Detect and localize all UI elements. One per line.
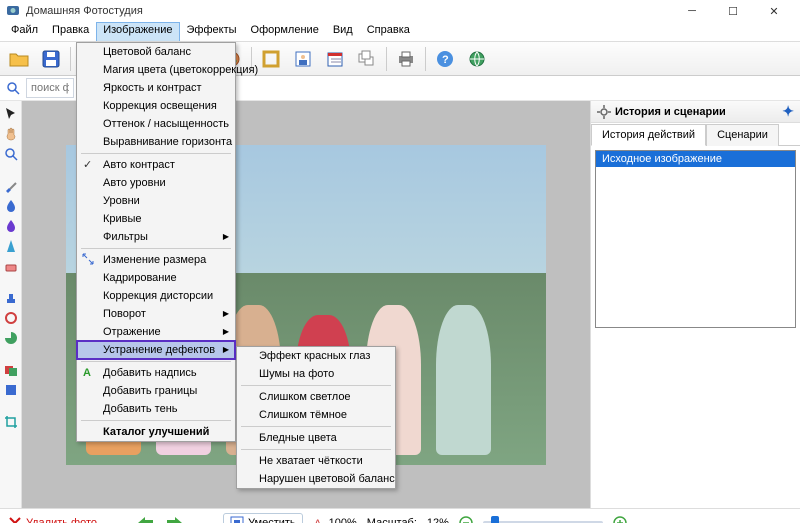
tool-sharpen[interactable] [4, 239, 18, 253]
menu-item[interactable]: Авто уровни [77, 174, 235, 192]
submenu-item[interactable]: Слишком тёмное [237, 406, 395, 424]
tab-0[interactable]: История действий [591, 124, 706, 146]
menu-правка[interactable]: Правка [45, 22, 96, 41]
submenu-arrow-icon: ▶ [223, 309, 229, 318]
submenu-arrow-icon: ▶ [223, 327, 229, 336]
tool-zoom[interactable] [4, 147, 18, 161]
tool-layers2[interactable] [4, 383, 18, 397]
menu-файл[interactable]: Файл [4, 22, 45, 41]
menu-item[interactable]: Фильтры▶ [77, 228, 235, 246]
tool-pointer[interactable] [4, 107, 18, 121]
help-button[interactable]: ? [430, 45, 460, 73]
tool-pie[interactable] [4, 331, 18, 345]
menu-item[interactable]: Отражение▶ [77, 323, 235, 341]
menu-item[interactable]: Добавить границы [77, 382, 235, 400]
web-button[interactable] [462, 45, 492, 73]
next-button[interactable] [165, 515, 185, 523]
menu-item[interactable]: Уровни [77, 192, 235, 210]
menu-item[interactable]: Авто контраст✓ [77, 156, 235, 174]
collage-button[interactable] [352, 45, 382, 73]
menu-item[interactable]: Добавить тень [77, 400, 235, 418]
calendar-button[interactable] [320, 45, 350, 73]
tool-crop[interactable] [4, 415, 18, 429]
delete-photo-button[interactable]: Удалить фото [8, 516, 97, 523]
tool-drop[interactable] [4, 199, 18, 213]
add-scenario-button[interactable]: ✦ [782, 103, 794, 120]
submenu-arrow-icon: ▶ [223, 232, 229, 241]
menu-эффекты[interactable]: Эффекты [180, 22, 244, 41]
tool-hand[interactable] [4, 127, 18, 141]
tool-circle[interactable] [4, 311, 18, 325]
check-icon: ✓ [83, 158, 92, 171]
submenu-item[interactable]: Бледные цвета [237, 429, 395, 447]
text-icon: A [81, 365, 95, 379]
tool-eraser[interactable] [4, 259, 18, 273]
menu-item[interactable]: Оттенок / насыщенность [77, 115, 235, 133]
menu-item[interactable]: Добавить надписьA [77, 364, 235, 382]
print-button[interactable] [391, 45, 421, 73]
submenu-item[interactable]: Эффект красных глаз [237, 347, 395, 365]
submenu-item[interactable]: Нарушен цветовой баланс [237, 470, 395, 488]
menu-item[interactable]: Цветовой баланс [77, 43, 235, 61]
menu-item[interactable]: Изменение размера [77, 251, 235, 269]
gear-icon [597, 105, 611, 119]
svg-text:?: ? [442, 54, 449, 66]
menu-справка[interactable]: Справка [360, 22, 417, 41]
submenu-item[interactable]: Слишком светлое [237, 388, 395, 406]
submenu-item[interactable]: Шумы на фото [237, 365, 395, 383]
menu-оформление[interactable]: Оформление [244, 22, 326, 41]
frame-button[interactable] [256, 45, 286, 73]
zoom-100-button[interactable]: A 100% [313, 517, 357, 523]
menu-item[interactable]: Кадрирование [77, 269, 235, 287]
svg-text:A: A [314, 518, 322, 523]
menu-item[interactable]: Яркость и контраст [77, 79, 235, 97]
close-button[interactable]: ✕ [754, 0, 794, 22]
open-folder-button[interactable] [4, 45, 34, 73]
zoom-a-icon: A [313, 517, 325, 523]
scale-value: 12% [427, 517, 449, 523]
submenu-item[interactable]: Не хватает чёткости [237, 452, 395, 470]
app-title: Домашняя Фотостудия [26, 5, 672, 17]
menu-изображение[interactable]: Изображение [96, 22, 179, 41]
menu-item[interactable]: Кривые [77, 210, 235, 228]
delete-icon [8, 516, 22, 523]
zoom-out-button[interactable] [459, 516, 473, 523]
tool-layers[interactable] [4, 363, 18, 377]
menu-вид[interactable]: Вид [326, 22, 360, 41]
submenu-arrow-icon: ▶ [223, 345, 229, 354]
svg-text:A: A [83, 367, 91, 379]
tool-drop2[interactable] [4, 219, 18, 233]
zoom-a-label: 100% [329, 517, 357, 523]
search-icon [0, 76, 26, 100]
tool-stamp[interactable] [4, 291, 18, 305]
menu-item[interactable]: Устранение дефектов▶ [77, 341, 235, 359]
menu-item[interactable]: Поворот▶ [77, 305, 235, 323]
save-button[interactable] [36, 45, 66, 73]
minimize-button[interactable]: ─ [672, 0, 712, 22]
maximize-button[interactable]: ☐ [713, 0, 753, 22]
fit-icon [230, 516, 244, 523]
search-input[interactable] [26, 78, 74, 98]
fit-button[interactable]: Уместить [223, 513, 303, 523]
tab-1[interactable]: Сценарии [706, 124, 779, 146]
menu-item[interactable]: Коррекция освещения [77, 97, 235, 115]
zoom-in-button[interactable] [613, 516, 627, 523]
menu-item[interactable]: Каталог улучшений [77, 423, 235, 441]
menu-item[interactable]: Коррекция дисторсии [77, 287, 235, 305]
right-panel-title: История и сценарии [615, 106, 726, 118]
delete-photo-label: Удалить фото [26, 517, 97, 523]
app-icon [6, 4, 20, 18]
menu-item[interactable]: Выравнивание горизонта [77, 133, 235, 151]
fit-label: Уместить [248, 517, 296, 523]
tool-brush[interactable] [4, 179, 18, 193]
scale-label: Масштаб: [367, 517, 417, 523]
menu-item[interactable]: Магия цвета (цветокоррекция) [77, 61, 235, 79]
prev-button[interactable] [135, 515, 155, 523]
passport-button[interactable] [288, 45, 318, 73]
resize-icon [81, 252, 95, 266]
history-row[interactable]: Исходное изображение [596, 151, 795, 167]
